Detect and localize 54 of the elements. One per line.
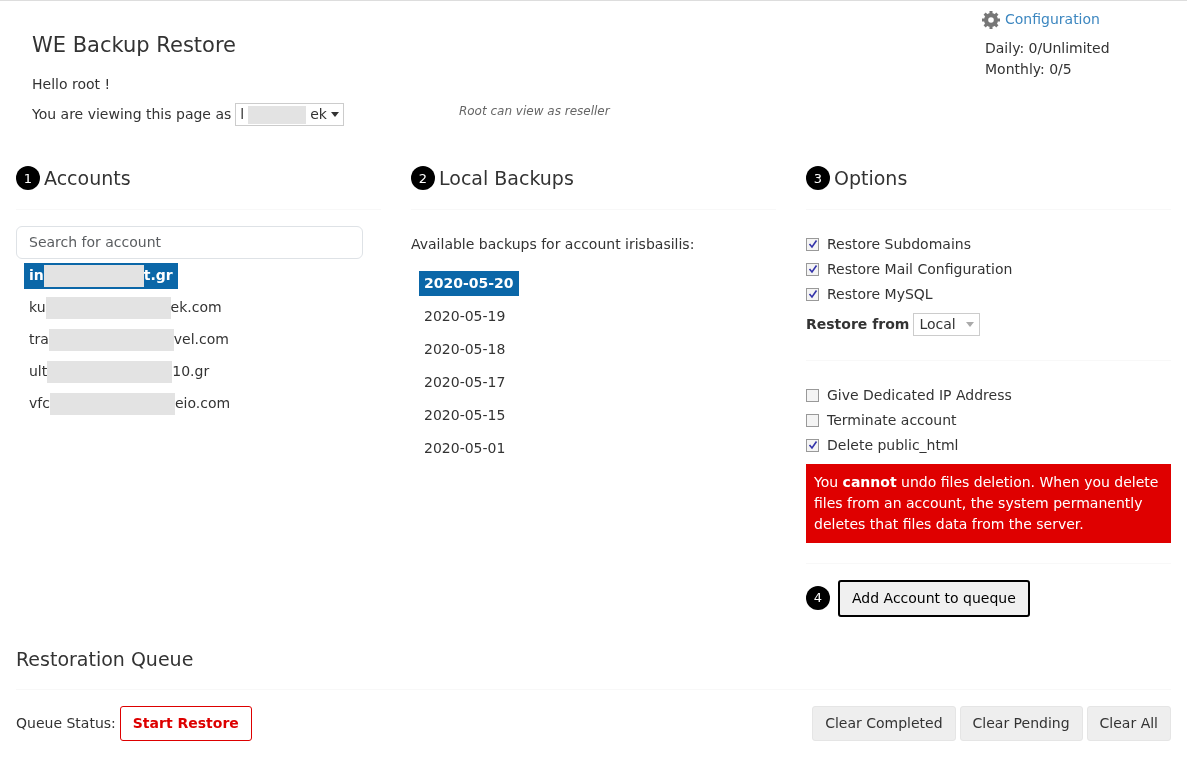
warning-message: You cannot undo files deletion. When you delete files from an account, the system permanently deletes that files data from the server.	[806, 463, 1171, 543]
checkbox[interactable]	[806, 262, 819, 276]
configuration-link[interactable]: Configuration	[1005, 9, 1100, 30]
queue-button[interactable]: Clear Completed	[812, 706, 956, 742]
checkbox[interactable]	[806, 237, 819, 251]
backup-date[interactable]: 2020-05-19	[419, 303, 511, 329]
add-account-button[interactable]: Add Account to queque	[838, 579, 1030, 617]
account-item[interactable]: in t.gr	[24, 262, 178, 289]
option-label: Give Dedicated IP Address	[827, 385, 1012, 405]
greeting-text: Hello root !	[32, 75, 112, 95]
option-label: Restore MySQL	[827, 284, 933, 304]
caret-icon	[330, 112, 339, 118]
account-item[interactable]: tra vel.com	[24, 326, 234, 353]
account-select[interactable]: l ek	[235, 103, 344, 127]
restore-from-label: Restore from	[806, 314, 910, 334]
checkbox[interactable]	[806, 388, 819, 402]
account-item[interactable]: vfc eio.com	[24, 390, 236, 417]
queue-title: Restoration Queue	[16, 646, 195, 672]
note-text: Root can view as reseller	[458, 102, 610, 120]
backup-date[interactable]: 2020-05-20	[419, 270, 519, 296]
step-number: 1	[16, 166, 40, 191]
queue-status-label: Queue Status:	[16, 714, 116, 734]
page-title: WE Backup Restore	[32, 33, 238, 59]
queue-button[interactable]: Clear Pending	[959, 706, 1083, 742]
account-item[interactable]: ku ek.com	[24, 294, 227, 321]
step-number: 3	[806, 166, 830, 191]
settings-icon[interactable]	[981, 9, 1001, 30]
option-label: Terminate account	[827, 410, 957, 430]
backup-date[interactable]: 2020-05-15	[419, 402, 511, 428]
search-field[interactable]: Search for account	[16, 225, 363, 259]
backup-date[interactable]: 2020-05-17	[419, 369, 511, 395]
option-label: Delete public_html	[827, 435, 959, 455]
redacted-text	[248, 105, 307, 124]
backup-date[interactable]: 2020-05-18	[419, 336, 511, 362]
account-item[interactable]: ult 10.gr	[24, 358, 215, 385]
monthly-limit: Monthly: 0/5	[985, 60, 1073, 79]
viewing-label: You are viewing this page as	[32, 105, 232, 125]
restore-source-select[interactable]: Local	[913, 312, 980, 336]
backup-date[interactable]: 2020-05-01	[419, 435, 511, 461]
daily-limit: Daily: 0/Unlimited	[985, 39, 1111, 58]
queue-button[interactable]: Clear All	[1086, 706, 1171, 742]
checkbox[interactable]	[806, 438, 819, 452]
section-title: Options	[834, 166, 908, 192]
step-number: 2	[411, 166, 435, 191]
option-label: Restore Mail Configuration	[827, 259, 1013, 279]
checkbox[interactable]	[806, 413, 819, 427]
start-restore-button[interactable]: Start Restore	[119, 706, 252, 742]
backups-caption: Available backups for account irisbasilis:	[411, 234, 696, 254]
option-label: Restore Subdomains	[827, 234, 971, 254]
section-title: Local Backups	[439, 166, 574, 192]
section-title: Accounts	[44, 166, 131, 192]
checkbox[interactable]	[806, 287, 819, 301]
caret-icon	[965, 321, 974, 327]
step-number: 4	[806, 586, 830, 611]
